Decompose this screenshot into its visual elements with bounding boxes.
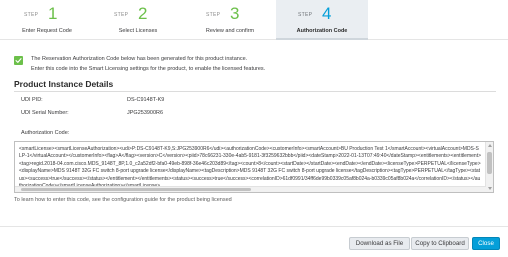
vertical-scrollbar[interactable] (485, 142, 493, 192)
step-number: 1 (48, 4, 58, 23)
udi-serial-label: UDI Serial Number: (21, 110, 69, 116)
step-tag: STEP (206, 12, 221, 18)
step-label: Enter Request Code (22, 28, 72, 34)
step-label: Authorization Code (296, 28, 348, 34)
wizard-step-4: STEP 4 Authorization Code (276, 0, 368, 40)
step-label: Select Licenses (118, 28, 158, 34)
scroll-thumb[interactable] (487, 152, 492, 174)
close-button[interactable]: Close (472, 237, 500, 250)
horizontal-scrollbar[interactable] (15, 186, 486, 192)
step-tag: STEP (114, 12, 129, 18)
auth-code-label: Authorization Code: (21, 130, 70, 136)
wizard-step-3: STEP 3 Review and confirm (184, 0, 276, 39)
notice-subtext: Enter this code into the Smart Licensing… (31, 66, 266, 72)
download-as-file-button[interactable]: Download as File (349, 237, 410, 250)
udi-pid-value: DS-C9148T-K9 (127, 97, 165, 103)
udi-serial-value: JPG253900R6 (127, 110, 164, 116)
auth-code-text[interactable]: <smartLicense><smartLicenseAuthorization… (19, 146, 481, 190)
divider (14, 91, 496, 92)
auth-code-textarea[interactable]: <smartLicense><smartLicenseAuthorization… (14, 141, 494, 193)
step-number: 3 (230, 4, 240, 23)
wizard-step-2: STEP 2 Select Licenses (92, 0, 184, 39)
udi-pid-label: UDI PID: (21, 97, 43, 103)
scroll-up-icon[interactable] (488, 144, 492, 147)
scroll-down-icon[interactable] (488, 187, 492, 190)
notice-text: The Reservation Authorization Code below… (31, 56, 248, 62)
scroll-thumb[interactable] (21, 188, 251, 191)
check-icon (14, 56, 23, 65)
step-tag: STEP (24, 12, 39, 18)
section-title: Product Instance Details (14, 79, 114, 89)
wizard-step-1: STEP 1 Enter Request Code (2, 0, 92, 39)
dialog-footer: Download as File Copy to Clipboard Close (0, 226, 508, 257)
help-text: To learn how to enter this code, see the… (14, 197, 232, 203)
wizard-steps: STEP 1 Enter Request Code STEP 2 Select … (0, 0, 508, 40)
step-number: 2 (138, 4, 148, 23)
copy-to-clipboard-button[interactable]: Copy to Clipboard (411, 237, 469, 250)
step-number: 4 (322, 4, 332, 23)
step-tag: STEP (298, 12, 313, 18)
step-label: Review and confirm (205, 28, 255, 34)
